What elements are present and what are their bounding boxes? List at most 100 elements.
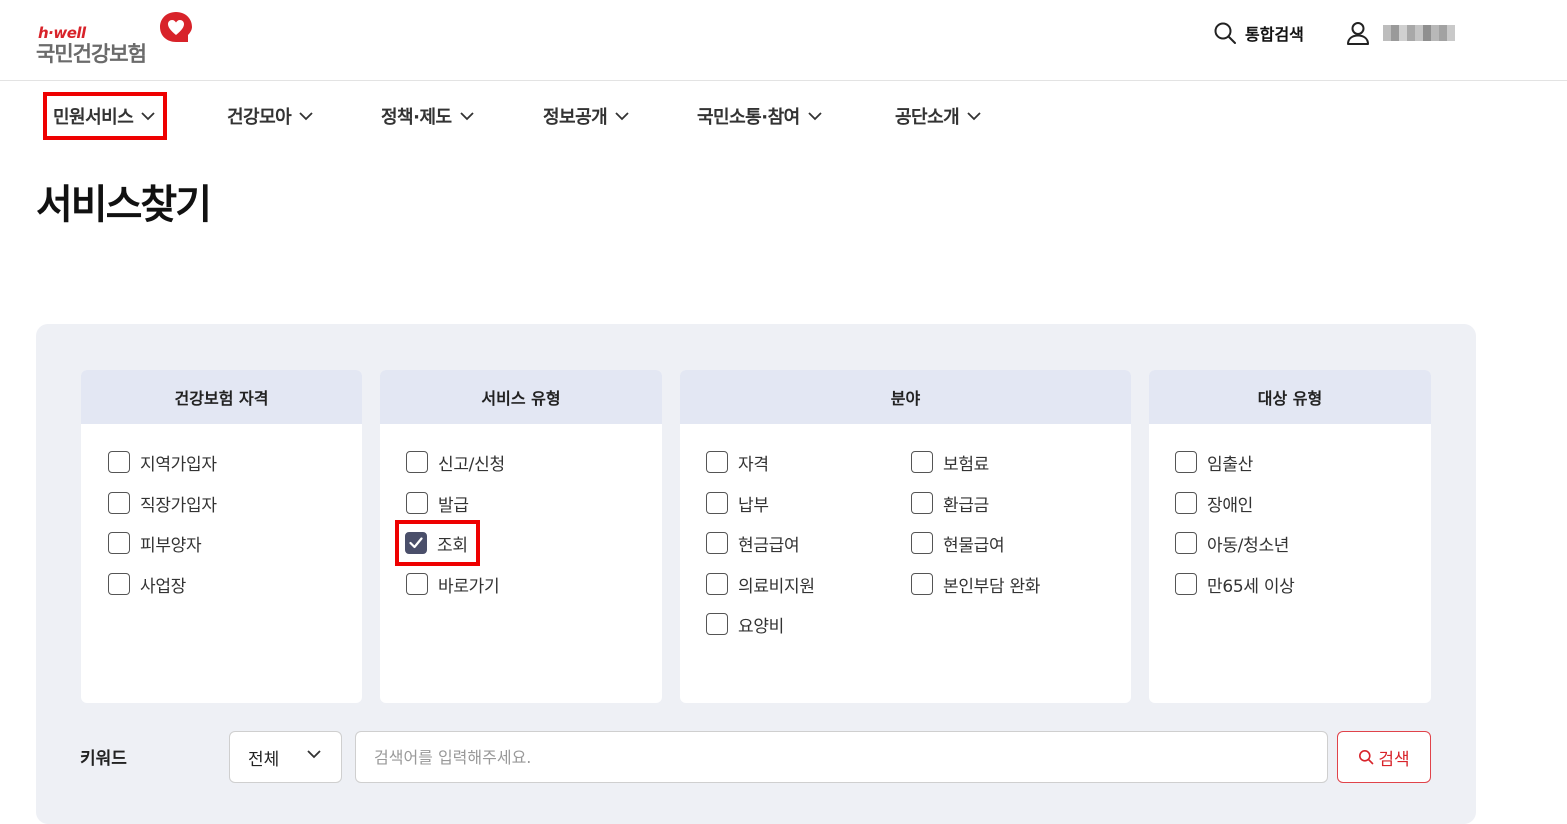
chevron-down-icon [967, 111, 981, 120]
integrated-search-button[interactable]: 통합검색 [1213, 20, 1304, 46]
filter-option-label: 임출산 [1207, 454, 1254, 475]
site-logo[interactable]: h·well 국민건강보험 [36, 10, 206, 66]
filter-option[interactable]: 환급금 [911, 490, 989, 516]
checkbox[interactable] [108, 532, 130, 554]
search-icon [1359, 750, 1374, 765]
filter-option[interactable]: 납부 [706, 490, 769, 516]
nav-item-label: 공단소개 [895, 107, 960, 128]
filter-option[interactable]: 현물급여 [911, 530, 1005, 556]
filter-option[interactable]: 의료비지원 [706, 571, 815, 597]
checkbox[interactable] [911, 532, 933, 554]
nav-item-policy[interactable]: 정책·제도 [381, 92, 474, 140]
checkbox[interactable] [911, 573, 933, 595]
filter-option[interactable]: 피부양자 [108, 530, 202, 556]
chevron-down-icon [141, 111, 155, 120]
nav-item-label: 정보공개 [543, 107, 608, 128]
nav-item-label: 민원서비스 [53, 107, 134, 128]
filter-box-title: 서비스 유형 [380, 370, 662, 424]
filter-option-selected[interactable]: 조회 [395, 520, 480, 566]
keyword-search-button-label: 검색 [1378, 749, 1410, 770]
filter-option[interactable]: 현금급여 [706, 530, 800, 556]
checkmark-icon [409, 537, 423, 549]
filter-option-label: 피부양자 [140, 535, 202, 556]
filter-option-label: 지역가입자 [140, 454, 217, 475]
chevron-down-icon [299, 111, 313, 120]
keyword-scope-select[interactable]: 전체 [229, 731, 342, 783]
filter-option[interactable]: 요양비 [706, 611, 784, 637]
filter-option[interactable]: 만65세 이상 [1175, 571, 1295, 597]
filter-box-service-type: 서비스 유형 신고/신청 발급 조회 바로가기 [380, 370, 662, 703]
filter-option[interactable]: 자격 [706, 449, 769, 475]
keyword-label: 키워드 [80, 749, 127, 769]
checkbox[interactable] [911, 451, 933, 473]
checkbox[interactable] [406, 451, 428, 473]
filter-option[interactable]: 장애인 [1175, 490, 1253, 516]
filter-option-label: 환급금 [943, 495, 990, 516]
filter-box-field: 분야 자격 보험료 납부 환급금 현금급여 현물급여 의료비지원 본인부담 완화… [680, 370, 1131, 703]
checkbox-checked[interactable] [405, 532, 427, 554]
filter-option[interactable]: 사업장 [108, 571, 186, 597]
filter-option[interactable]: 직장가입자 [108, 490, 217, 516]
keyword-search-input[interactable] [355, 731, 1328, 783]
checkbox[interactable] [706, 492, 728, 514]
checkbox[interactable] [108, 451, 130, 473]
keyword-search-button[interactable]: 검색 [1337, 731, 1431, 783]
checkbox[interactable] [1175, 532, 1197, 554]
logo-main-text: 국민건강보험 [36, 42, 147, 66]
nav-item-label: 국민소통·참여 [697, 107, 800, 128]
checkbox[interactable] [911, 492, 933, 514]
chevron-down-icon [307, 750, 321, 759]
keyword-scope-value: 전체 [248, 749, 280, 770]
page-title: 서비스찾기 [36, 182, 212, 228]
filter-option-label: 보험료 [943, 454, 990, 475]
filter-option[interactable]: 아동/청소년 [1175, 530, 1289, 556]
filter-option[interactable]: 발급 [406, 490, 469, 516]
user-menu-button[interactable] [1345, 20, 1455, 46]
nav-item-participation[interactable]: 국민소통·참여 [697, 92, 822, 140]
checkbox[interactable] [706, 532, 728, 554]
filter-option-label: 납부 [738, 495, 769, 516]
filter-option-label: 요양비 [738, 616, 785, 637]
filter-option-label: 신고/신청 [438, 454, 505, 475]
checkbox[interactable] [406, 492, 428, 514]
checkbox[interactable] [706, 451, 728, 473]
chevron-down-icon [808, 111, 822, 120]
filter-option-label: 본인부담 완화 [943, 576, 1041, 597]
nav-item-about[interactable]: 공단소개 [895, 92, 981, 140]
filter-option[interactable]: 신고/신청 [406, 449, 505, 475]
filter-option[interactable]: 임출산 [1175, 449, 1253, 475]
filter-option-label: 바로가기 [438, 576, 500, 597]
filter-option[interactable]: 본인부담 완화 [911, 571, 1040, 597]
filter-option-label: 발급 [438, 495, 469, 516]
chevron-down-icon [459, 111, 474, 120]
checkbox[interactable] [1175, 451, 1197, 473]
filter-option-label: 사업장 [140, 576, 187, 597]
checkbox[interactable] [706, 573, 728, 595]
filter-option-label: 조회 [437, 535, 468, 556]
user-icon [1347, 22, 1369, 45]
filter-option-label: 장애인 [1207, 495, 1254, 516]
nav-item-disclosure[interactable]: 정보공개 [543, 92, 629, 140]
checkbox[interactable] [406, 573, 428, 595]
site-header: h·well 국민건강보험 통합검색 [0, 0, 1567, 81]
nav-item-health-moa[interactable]: 건강모아 [227, 92, 313, 140]
checkbox[interactable] [108, 492, 130, 514]
filter-option-label: 아동/청소년 [1207, 535, 1290, 556]
filter-option[interactable]: 보험료 [911, 449, 989, 475]
nav-item-civil-service[interactable]: 민원서비스 [43, 92, 168, 140]
checkbox[interactable] [1175, 573, 1197, 595]
filter-option-label: 자격 [738, 454, 769, 475]
nav-item-label: 정책·제도 [381, 107, 452, 128]
checkbox[interactable] [706, 613, 728, 635]
filter-option-label: 현금급여 [738, 535, 800, 556]
heart-icon [160, 12, 192, 42]
filter-box-eligibility: 건강보험 자격 지역가입자 직장가입자 피부양자 사업장 [81, 370, 362, 703]
filter-option[interactable]: 지역가입자 [108, 449, 217, 475]
checkbox[interactable] [1175, 492, 1197, 514]
filter-option-label: 현물급여 [943, 535, 1005, 556]
nav-item-label: 건강모아 [227, 107, 292, 128]
filter-option[interactable]: 바로가기 [406, 571, 500, 597]
filter-option-label: 만65세 이상 [1207, 576, 1295, 597]
checkbox[interactable] [108, 573, 130, 595]
filter-box-title: 분야 [680, 370, 1131, 424]
